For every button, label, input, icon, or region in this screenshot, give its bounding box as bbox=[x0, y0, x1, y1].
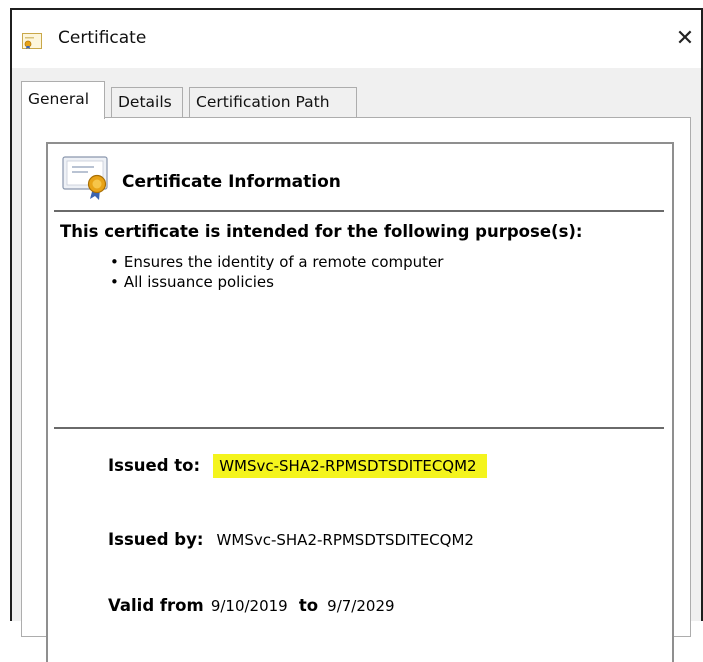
certificate-information-heading: Certificate Information bbox=[122, 172, 341, 192]
window-title: Certificate bbox=[58, 28, 147, 48]
certificate-info-box: Certificate Information This certificate… bbox=[46, 142, 674, 662]
tab-certification-path[interactable]: Certification Path bbox=[189, 87, 357, 117]
valid-from-label: Valid from bbox=[108, 596, 204, 615]
divider bbox=[54, 427, 664, 429]
valid-to-label: to bbox=[298, 596, 319, 615]
list-item: • Ensures the identity of a remote comput… bbox=[110, 253, 444, 271]
purpose-text: All issuance policies bbox=[123, 273, 274, 291]
valid-from-value: 9/10/2019 bbox=[210, 597, 288, 615]
issued-by-value: WMSvc-SHA2-RPMSDTSDITECQM2 bbox=[216, 531, 474, 549]
title-bar: Certificate ✕ bbox=[12, 10, 701, 68]
general-tab-panel: Certificate Information This certificate… bbox=[21, 117, 691, 662]
divider bbox=[54, 210, 664, 212]
valid-to-value: 9/7/2029 bbox=[327, 597, 395, 615]
certificate-seal-icon bbox=[62, 156, 108, 200]
close-icon: ✕ bbox=[675, 26, 695, 51]
issued-by-label: Issued by: bbox=[108, 530, 204, 549]
purpose-list: • Ensures the identity of a remote comput… bbox=[110, 252, 443, 292]
purpose-heading: This certificate is intended for the fol… bbox=[60, 222, 583, 241]
issued-to-value: WMSvc-SHA2-RPMSDTSDITECQM2 bbox=[213, 454, 487, 478]
issued-to-row: Issued to: WMSvc-SHA2-RPMSDTSDITECQM2 bbox=[108, 454, 487, 478]
tab-general[interactable]: General bbox=[21, 81, 105, 119]
certificate-dialog: Certificate ✕ General Details Certificat… bbox=[10, 8, 703, 662]
list-item: • All issuance policies bbox=[110, 273, 274, 291]
close-button[interactable]: ✕ bbox=[669, 22, 701, 56]
validity-row: Valid from 9/10/2019 to 9/7/2029 bbox=[108, 596, 395, 615]
issued-by-row: Issued by: WMSvc-SHA2-RPMSDTSDITECQM2 bbox=[108, 530, 474, 549]
tab-details[interactable]: Details bbox=[111, 87, 183, 117]
issued-to-label: Issued to: bbox=[108, 456, 201, 475]
purpose-text: Ensures the identity of a remote compute… bbox=[123, 253, 444, 271]
certificate-icon bbox=[22, 33, 42, 49]
